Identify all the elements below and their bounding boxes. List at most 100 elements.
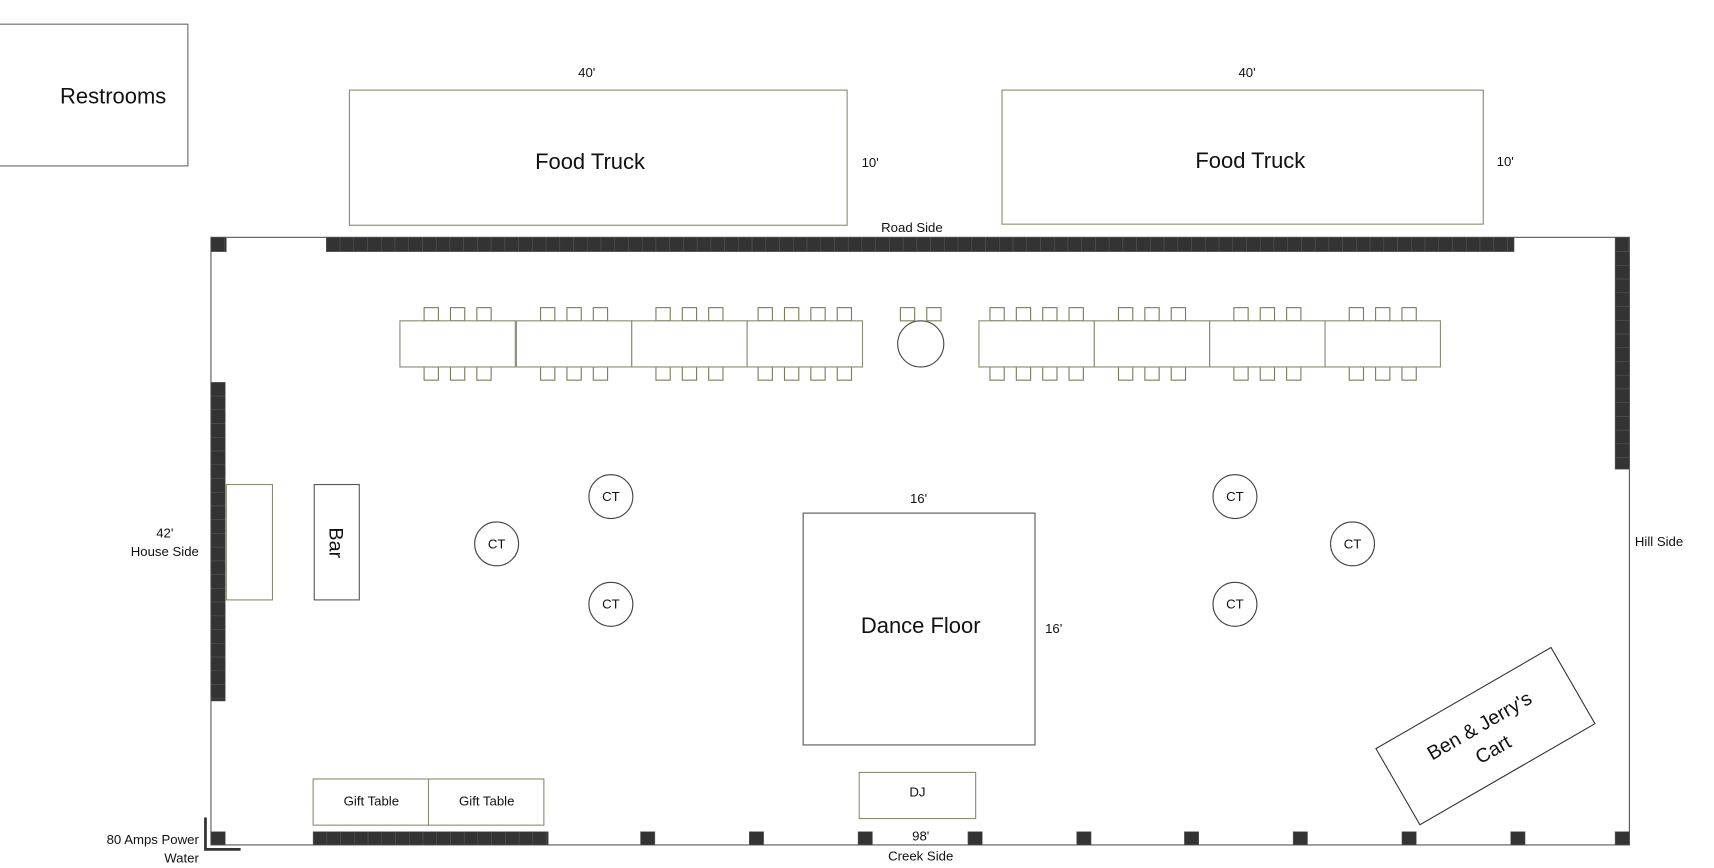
wall-panel xyxy=(1205,237,1220,252)
wall-panel xyxy=(408,831,424,846)
wall-panel xyxy=(1122,237,1137,252)
cocktail-table: CT xyxy=(474,521,520,567)
wall-panel xyxy=(1177,237,1192,252)
wall-panel xyxy=(1614,306,1630,321)
wall-panel xyxy=(1150,237,1165,252)
wall-panel xyxy=(381,831,396,846)
wall-panel xyxy=(1424,237,1440,252)
wall-panel xyxy=(1369,237,1385,252)
chair xyxy=(836,307,853,322)
wall-panel xyxy=(1614,237,1630,252)
wall-panel xyxy=(889,237,904,252)
chair xyxy=(1042,366,1058,381)
wall-panel xyxy=(1452,237,1467,252)
wall-panel xyxy=(210,519,226,534)
bar: Bar xyxy=(313,483,360,601)
table-top xyxy=(1324,320,1441,368)
wall-panel xyxy=(1614,416,1630,431)
wall-panel xyxy=(210,656,226,672)
chair xyxy=(540,307,556,322)
wall-panel xyxy=(491,831,506,846)
wall-panel xyxy=(1191,237,1206,252)
wall-panel xyxy=(1614,278,1630,294)
wall-panel xyxy=(210,409,226,424)
dance-floor-label: Dance Floor xyxy=(861,613,981,638)
wall-panel xyxy=(1095,237,1110,252)
chair xyxy=(989,307,1005,322)
wall-panel xyxy=(1614,429,1630,445)
dj-booth: DJ xyxy=(858,771,977,820)
wall-panel xyxy=(1614,402,1630,417)
wall-panel xyxy=(210,615,226,630)
wall-panel xyxy=(1232,237,1247,252)
chair xyxy=(681,307,698,322)
chair xyxy=(810,366,826,381)
wall-panel xyxy=(738,237,753,252)
wall-panel xyxy=(971,237,986,252)
wall-panel xyxy=(210,533,226,548)
water-label: Water xyxy=(164,851,199,866)
chair xyxy=(1170,307,1187,322)
wall-panel xyxy=(545,237,561,252)
wall-panel xyxy=(210,684,226,699)
road-side-label: Road Side xyxy=(881,220,943,235)
chair xyxy=(1117,366,1134,381)
wall-panel xyxy=(1479,237,1494,252)
dance-floor-width: 16' xyxy=(910,491,927,506)
chair xyxy=(1286,366,1302,381)
wall-panel xyxy=(210,237,225,252)
wall-post xyxy=(1401,831,1417,846)
wall-panel xyxy=(210,423,226,438)
wall-panel xyxy=(353,237,368,252)
wall-panel xyxy=(532,831,547,846)
wall-panel xyxy=(210,437,226,452)
floor-plan: Restrooms 40' Food Truck 10' 40' Food Tr… xyxy=(0,23,1683,866)
wall-panel xyxy=(1383,237,1398,252)
wall-post xyxy=(1614,831,1630,846)
food-truck-depth: 10' xyxy=(862,155,879,170)
chair xyxy=(757,307,773,322)
chair xyxy=(989,366,1005,381)
wall-panel xyxy=(1301,237,1316,252)
wall-panel xyxy=(504,237,519,252)
wall-panel xyxy=(1081,237,1096,252)
wall-panel xyxy=(1493,237,1508,252)
restrooms-label: Restrooms xyxy=(60,83,166,108)
wall-panel xyxy=(210,588,226,603)
wall-panel xyxy=(1614,388,1630,403)
wall-panel xyxy=(641,237,657,252)
food-truck-label: Food Truck xyxy=(1195,148,1306,173)
chair xyxy=(476,307,492,322)
wall-panel xyxy=(573,237,588,252)
wall-panel xyxy=(463,831,479,846)
chair xyxy=(783,366,800,381)
wall-panel xyxy=(367,831,383,846)
wall-panel xyxy=(1163,237,1179,252)
wall-panel xyxy=(210,560,226,575)
chair xyxy=(1170,366,1187,381)
table-top xyxy=(746,320,864,368)
wall-panel xyxy=(394,237,409,252)
cocktail-table-label: CT xyxy=(1226,597,1244,612)
wall-panel xyxy=(1287,237,1302,252)
wall-panel xyxy=(1259,237,1275,252)
chair xyxy=(1375,307,1391,322)
chair xyxy=(592,366,609,381)
wall-panel xyxy=(1614,361,1630,376)
chair xyxy=(1401,366,1417,381)
wall-panel xyxy=(326,831,341,846)
wall-panel xyxy=(1053,237,1069,252)
chair xyxy=(1144,307,1160,322)
wall-panel xyxy=(1218,237,1234,252)
chair xyxy=(1348,307,1365,322)
wall-panel xyxy=(1614,292,1630,307)
cocktail-table: CT xyxy=(588,581,634,627)
chair xyxy=(592,307,609,322)
dj-label: DJ xyxy=(909,785,925,800)
wall-panel xyxy=(546,831,549,846)
bar-back-counter xyxy=(225,483,274,601)
chair xyxy=(810,307,826,322)
wall-panel xyxy=(210,629,226,644)
wall-panel xyxy=(210,601,226,617)
wall-post xyxy=(210,831,226,846)
